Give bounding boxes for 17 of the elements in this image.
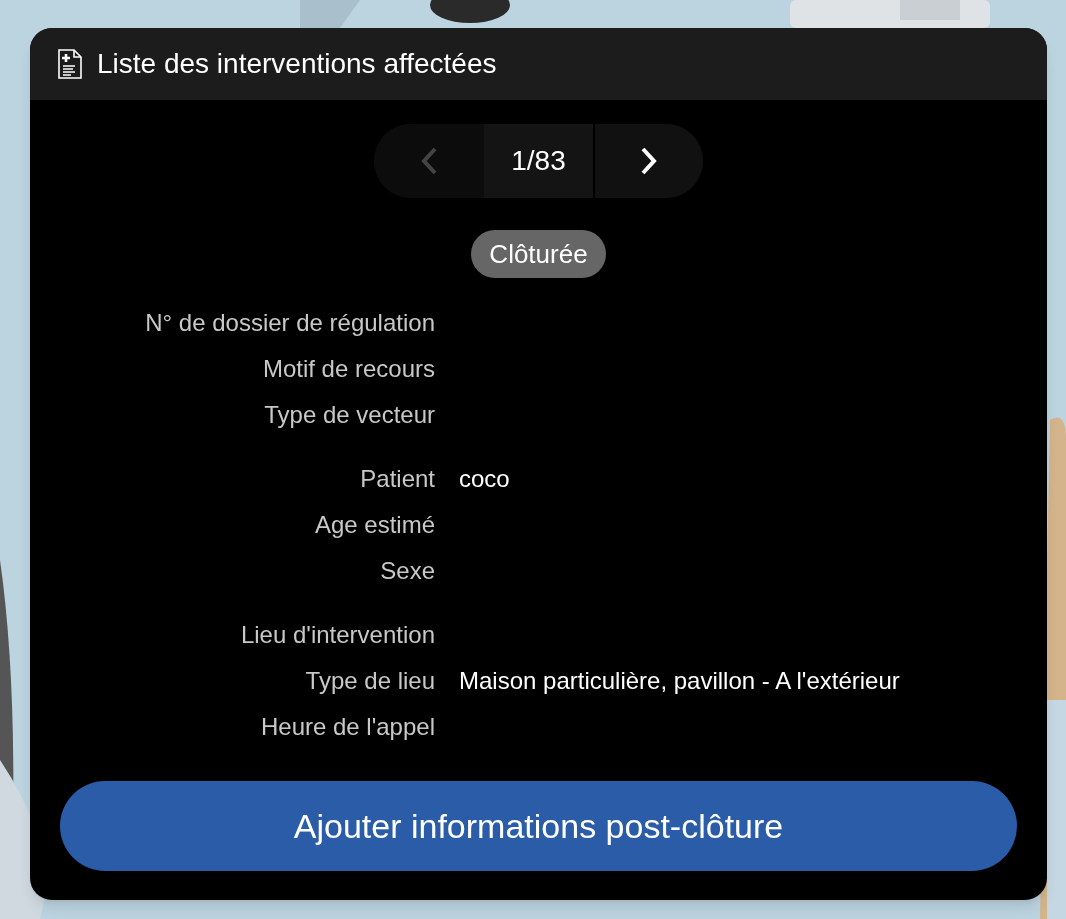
field-label: N° de dossier de régulation [144,308,435,338]
field-label: Heure de l'appel [259,712,435,742]
chevron-right-icon [640,146,658,176]
field-value: coco [459,464,510,494]
chevron-left-icon [420,146,438,176]
field-label: Motif de recours [261,354,435,384]
field-label: Lieu d'intervention [239,620,435,650]
field-label: Sexe [379,556,435,586]
field-label: Age estimé [313,510,435,540]
status-badge: Clôturée [471,230,606,278]
field-label: Type de vecteur [263,400,435,430]
add-post-closure-button[interactable]: Ajouter informations post-clôture [60,781,1017,871]
medical-document-icon [57,48,83,80]
field-label: Type de lieu [304,666,435,696]
field-label: Patient [359,464,435,494]
panel-title: Liste des interventions affectées [97,47,497,81]
field-value: Maison particulière, pavillon - A l'extérieur [459,666,900,696]
